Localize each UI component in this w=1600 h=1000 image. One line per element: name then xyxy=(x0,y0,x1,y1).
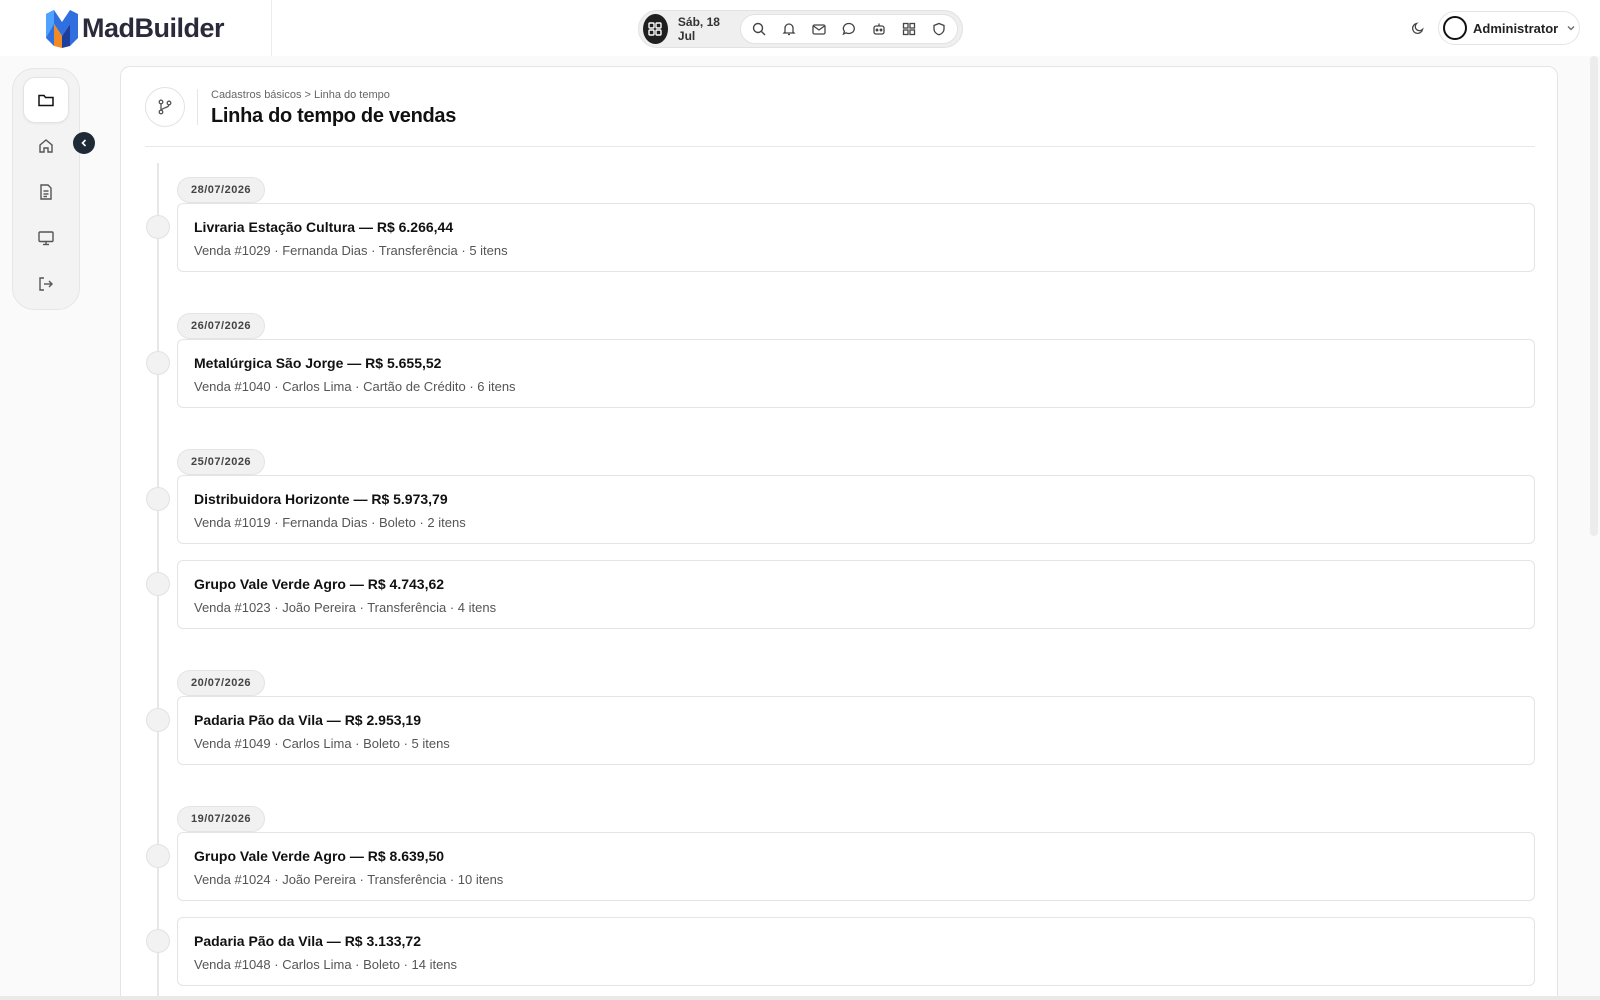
assistant-button[interactable] xyxy=(867,17,891,41)
timeline-entry-card[interactable]: Metalúrgica São Jorge — R$ 5.655,52 Vend… xyxy=(177,339,1535,408)
brand-name: MadBuilder xyxy=(82,12,225,43)
timeline-dot xyxy=(146,487,170,511)
chat-button[interactable] xyxy=(837,17,861,41)
page-header: Cadastros básicos > Linha do tempo Linha… xyxy=(145,87,1535,147)
sidebar xyxy=(12,68,80,310)
entry-details: Venda #1048 · Carlos Lima · Boleto · 14 … xyxy=(194,957,458,972)
bot-icon xyxy=(873,23,885,35)
timeline-dot xyxy=(146,929,170,953)
timeline-dot xyxy=(146,708,170,732)
header-icon-group xyxy=(740,14,958,44)
shield-icon xyxy=(933,22,945,36)
apps-icon xyxy=(648,22,663,36)
entry-title: Distribuidora Horizonte — R$ 5.973,79 xyxy=(194,491,448,507)
apps-button[interactable] xyxy=(643,14,668,44)
git-branch-icon xyxy=(158,99,172,115)
timeline-entry-card[interactable]: Livraria Estação Cultura — R$ 6.266,44 V… xyxy=(177,203,1535,272)
monitor-icon xyxy=(38,231,54,246)
bell-icon xyxy=(782,23,796,36)
entry-details: Venda #1040 · Carlos Lima · Cartão de Cr… xyxy=(194,379,516,394)
entry-details: Venda #1024 · João Pereira · Transferênc… xyxy=(194,872,504,887)
date-chip: 20/07/2026 xyxy=(177,670,266,696)
timeline-entry-card[interactable]: Padaria Pão da Vila — R$ 2.953,19 Venda … xyxy=(177,696,1535,765)
chevron-down-icon xyxy=(1567,26,1575,31)
collapse-sidebar-button[interactable] xyxy=(73,132,95,154)
top-header: MadBuilder Sáb, 18 Jul Administrator xyxy=(0,0,1600,56)
security-button[interactable] xyxy=(927,17,951,41)
timeline-entry-card[interactable]: Padaria Pão da Vila — R$ 3.133,72 Venda … xyxy=(177,917,1535,986)
timeline-dot xyxy=(146,572,170,596)
entry-title: Grupo Vale Verde Agro — R$ 4.743,62 xyxy=(194,576,445,592)
page-title: Linha do tempo de vendas xyxy=(211,105,457,127)
date-chip: 26/07/2026 xyxy=(177,313,266,339)
timeline-dot xyxy=(146,351,170,375)
search-button[interactable] xyxy=(747,17,771,41)
user-name: Administrator xyxy=(1473,20,1559,36)
document-icon xyxy=(40,184,52,200)
modules-button[interactable] xyxy=(897,17,921,41)
entry-title: Metalúrgica São Jorge — R$ 5.655,52 xyxy=(194,355,442,371)
avatar xyxy=(1443,16,1467,40)
logout-icon xyxy=(39,277,53,291)
chevron-left-icon xyxy=(81,139,87,147)
sidebar-item-monitor[interactable] xyxy=(23,215,69,261)
date-chip: 19/07/2026 xyxy=(177,806,266,832)
mail-icon xyxy=(812,24,826,35)
horizontal-scrollbar-track xyxy=(0,996,1600,1000)
timeline-dot xyxy=(146,215,170,239)
current-date: Sáb, 18 Jul xyxy=(677,15,720,43)
sidebar-item-cadastros[interactable] xyxy=(23,77,69,123)
entry-title: Padaria Pão da Vila — R$ 2.953,19 xyxy=(194,712,421,728)
theme-toggle[interactable] xyxy=(1408,18,1428,38)
folder-icon xyxy=(38,94,54,107)
timeline-entry-card[interactable]: Grupo Vale Verde Agro — R$ 4.743,62 Vend… xyxy=(177,560,1535,629)
sidebar-item-logout[interactable] xyxy=(23,261,69,307)
messages-button[interactable] xyxy=(807,17,831,41)
entry-title: Padaria Pão da Vila — R$ 3.133,72 xyxy=(194,933,421,949)
entry-details: Venda #1023 · João Pereira · Transferênc… xyxy=(194,600,497,615)
search-icon xyxy=(752,22,766,36)
timeline-dot xyxy=(146,844,170,868)
main-content-card: Cadastros básicos > Linha do tempo Linha… xyxy=(120,66,1558,1000)
chat-icon xyxy=(842,22,855,36)
header-divider xyxy=(197,89,198,125)
date-chip: 25/07/2026 xyxy=(177,449,266,475)
breadcrumb[interactable]: Cadastros básicos > Linha do tempo xyxy=(211,89,390,101)
home-icon xyxy=(39,139,53,153)
timeline-entry-card[interactable]: Distribuidora Horizonte — R$ 5.973,79 Ve… xyxy=(177,475,1535,544)
entry-details: Venda #1049 · Carlos Lima · Boleto · 5 i… xyxy=(194,736,450,751)
user-menu[interactable]: Administrator xyxy=(1438,11,1580,45)
notifications-button[interactable] xyxy=(777,17,801,41)
timeline-entry-card[interactable]: Grupo Vale Verde Agro — R$ 8.639,50 Vend… xyxy=(177,832,1535,901)
madbuilder-logo-icon xyxy=(46,10,78,48)
entry-title: Livraria Estação Cultura — R$ 6.266,44 xyxy=(194,219,454,235)
grid-icon xyxy=(902,22,916,36)
quick-toolbar: Sáb, 18 Jul xyxy=(638,10,963,48)
logo-area[interactable]: MadBuilder xyxy=(0,0,272,56)
page-icon-badge xyxy=(145,87,185,127)
page-scrollbar[interactable] xyxy=(1590,56,1598,536)
sidebar-item-documents[interactable] xyxy=(23,169,69,215)
entry-title: Grupo Vale Verde Agro — R$ 8.639,50 xyxy=(194,848,445,864)
entry-details: Venda #1029 · Fernanda Dias · Transferên… xyxy=(194,243,508,258)
entry-details: Venda #1019 · Fernanda Dias · Boleto · 2… xyxy=(194,515,466,530)
sidebar-item-home[interactable] xyxy=(23,123,69,169)
moon-icon xyxy=(1411,22,1424,35)
date-chip: 28/07/2026 xyxy=(177,177,266,203)
sales-timeline: 28/07/2026 Livraria Estação Cultura — R$… xyxy=(145,163,1535,1000)
